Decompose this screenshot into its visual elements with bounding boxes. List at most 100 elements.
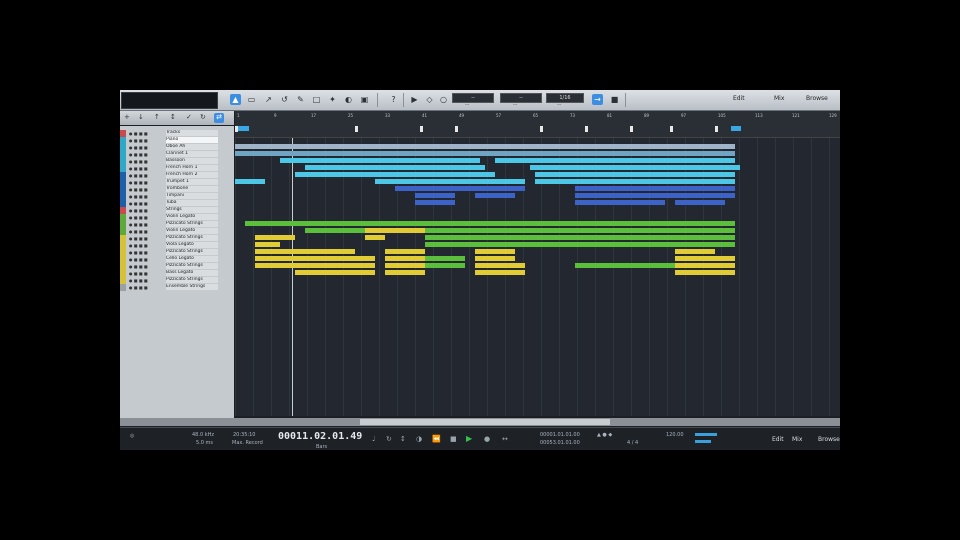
track-header[interactable]: ● ■ ■ ■ Cello Legato <box>120 256 232 263</box>
event-clip[interactable] <box>295 270 375 275</box>
track-name[interactable]: Clarinet 1 <box>166 151 218 157</box>
event-clip[interactable] <box>385 249 425 254</box>
track-controls-icon[interactable]: ● ■ ■ ■ <box>129 270 148 277</box>
event-clip[interactable] <box>495 158 735 163</box>
event-clip[interactable] <box>235 179 265 184</box>
horizontal-scrollbar[interactable] <box>120 418 840 426</box>
track-controls-icon[interactable]: ● ■ ■ ■ <box>129 158 148 165</box>
track-name[interactable]: Violin Legato <box>166 214 218 220</box>
check-icon[interactable]: ✓ <box>186 113 192 121</box>
event-clip[interactable] <box>415 200 455 205</box>
track-header[interactable]: ● ■ ■ ■ Trombone <box>120 186 232 193</box>
event-clip[interactable] <box>475 256 515 261</box>
rewind-icon[interactable]: ⏪ <box>432 435 441 443</box>
up-arrow-icon[interactable]: ↑ <box>154 113 160 121</box>
record-icon[interactable]: ● <box>484 435 490 443</box>
precount-icon[interactable]: ◑ <box>416 435 422 443</box>
event-clip[interactable] <box>305 228 365 233</box>
track-controls-icon[interactable]: ● ■ ■ ■ <box>129 186 148 193</box>
track-name[interactable]: Tracks <box>166 130 218 136</box>
expand-icon[interactable]: ↕ <box>170 113 176 121</box>
split-tool-icon[interactable]: ↗ <box>263 94 274 105</box>
scroll-thumb[interactable] <box>360 419 610 425</box>
track-name[interactable]: Violin Legato <box>166 228 218 234</box>
edit-view-button[interactable]: Edit <box>733 95 745 102</box>
event-clip[interactable] <box>575 200 665 205</box>
track-header[interactable]: ● ■ ■ ■ Viola Legato <box>120 242 232 249</box>
track-header[interactable]: ● ■ ■ ■ Trumpet 1 <box>120 179 232 186</box>
quantize-icon[interactable]: ◇ <box>424 94 435 105</box>
track-header[interactable]: ● ■ ■ ■ Bass Legato <box>120 270 232 277</box>
event-clip[interactable] <box>385 270 425 275</box>
event-clip[interactable] <box>530 165 740 170</box>
track-name[interactable]: Trumpet 1 <box>166 179 218 185</box>
marker[interactable] <box>585 126 588 132</box>
event-clip[interactable] <box>375 179 525 184</box>
track-controls-icon[interactable]: ● ■ ■ ■ <box>129 200 148 207</box>
range-tool-icon[interactable]: ▭ <box>246 94 257 105</box>
track-header[interactable]: ● ■ ■ ■ Pizzicato Strings <box>120 221 232 228</box>
follow-icon[interactable]: → <box>592 94 603 105</box>
event-clip[interactable] <box>365 235 385 240</box>
mix-button[interactable]: Mix <box>792 436 802 443</box>
track-name[interactable]: French Horn 2 <box>166 172 218 178</box>
track-header[interactable]: ● ■ ■ ■ Strings <box>120 207 232 214</box>
event-clip[interactable] <box>425 228 735 233</box>
track-controls-icon[interactable]: ● ■ ■ ■ <box>129 235 148 242</box>
track-controls-icon[interactable]: ● ■ ■ ■ <box>129 165 148 172</box>
event-clip[interactable] <box>475 193 515 198</box>
snap-toggle-icon[interactable]: ▣ <box>359 94 370 105</box>
down-arrow-icon[interactable]: ↓ <box>138 113 144 121</box>
edit-button[interactable]: Edit <box>772 436 784 443</box>
loop-start[interactable]: 00001.01.01.00 <box>540 432 580 438</box>
event-clip[interactable] <box>675 249 715 254</box>
track-header[interactable]: ● ■ ■ ■ Tuba <box>120 200 232 207</box>
event-clip[interactable] <box>675 270 735 275</box>
event-clip[interactable] <box>575 263 675 268</box>
track-header[interactable]: ● ■ ■ ■ Pizzicato Strings <box>120 249 232 256</box>
event-clip[interactable] <box>255 263 375 268</box>
track-controls-icon[interactable]: ● ■ ■ ■ <box>129 249 148 256</box>
track-name[interactable]: French Horn 1 <box>166 165 218 171</box>
track-controls-icon[interactable]: ● ■ ■ ■ <box>129 214 148 221</box>
loop-mode-icon[interactable]: ↔ <box>502 435 508 443</box>
event-clip[interactable] <box>305 165 485 170</box>
event-clip[interactable] <box>235 151 735 156</box>
quantize-field[interactable]: -- <box>452 93 494 103</box>
event-clip[interactable] <box>255 235 295 240</box>
event-clip[interactable] <box>425 235 735 240</box>
event-clip[interactable] <box>425 263 465 268</box>
event-clip[interactable] <box>235 144 735 149</box>
bend-tool-icon[interactable]: ✦ <box>327 94 338 105</box>
track-name[interactable]: Pizzicato Strings <box>166 249 218 255</box>
marker[interactable] <box>235 126 238 132</box>
track-name[interactable]: Strings <box>166 207 218 213</box>
track-header[interactable]: ● ■ ■ ■ Clarinet 1 <box>120 151 232 158</box>
event-clip[interactable] <box>535 179 735 184</box>
track-name[interactable]: Pizzicato Strings <box>166 263 218 269</box>
event-clip[interactable] <box>575 186 735 191</box>
track-controls-icon[interactable]: ● ■ ■ ■ <box>129 151 148 158</box>
event-clip[interactable] <box>255 242 280 247</box>
help-icon[interactable]: ? <box>388 94 399 105</box>
playhead-cursor[interactable] <box>292 138 293 416</box>
track-controls-icon[interactable]: ● ■ ■ ■ <box>129 221 148 228</box>
arrow-tool-icon[interactable]: ▲ <box>230 94 241 105</box>
marker[interactable] <box>420 126 423 132</box>
event-clip[interactable] <box>280 158 480 163</box>
event-clip[interactable] <box>385 256 425 261</box>
marker[interactable] <box>715 126 718 132</box>
time-display[interactable]: 00011.02.01.49 <box>278 431 362 442</box>
paint-tool-icon[interactable]: ✎ <box>295 94 306 105</box>
marker[interactable] <box>355 126 358 132</box>
tempo[interactable]: 120.00 <box>666 432 684 438</box>
punch-icon[interactable]: ↕ <box>400 435 406 443</box>
track-controls-icon[interactable]: ● ■ ■ ■ <box>129 144 148 151</box>
event-clip[interactable] <box>245 221 735 226</box>
event-clip[interactable] <box>385 263 425 268</box>
event-clip[interactable] <box>675 200 725 205</box>
track-controls-icon[interactable]: ● ■ ■ ■ <box>129 179 148 186</box>
timeline-ruler[interactable]: 1 9 17 25 33 41 49 57 65 73 81 89 97 105 113 121 129 <box>235 111 840 138</box>
add-track-icon[interactable]: + <box>124 113 130 121</box>
track-header[interactable]: ● ■ ■ ■ French Horn 1 <box>120 165 232 172</box>
